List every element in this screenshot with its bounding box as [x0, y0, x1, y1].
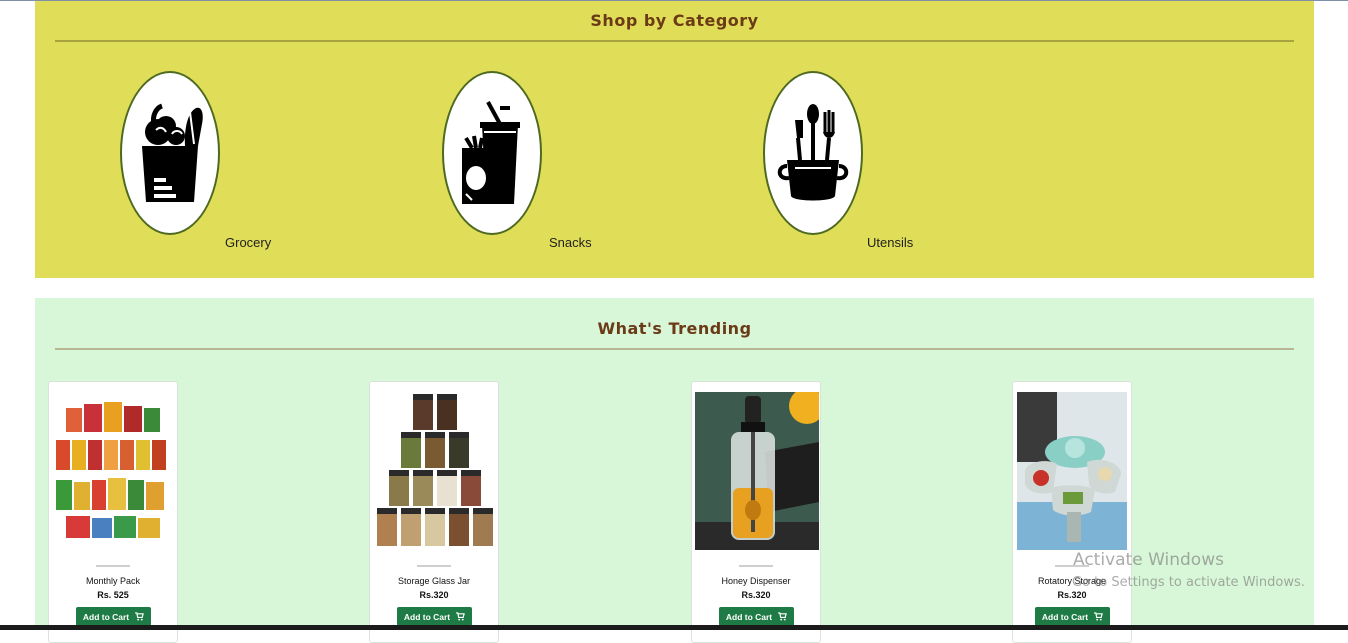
- add-to-cart-label: Add to Cart: [403, 611, 451, 622]
- product-name: Monthly Pack: [85, 576, 141, 586]
- grocery-pack-image: [52, 392, 176, 550]
- add-to-cart-label: Add to Cart: [1041, 611, 1089, 622]
- category-section-title: Shop by Category: [590, 11, 759, 30]
- product-card-rotatory-storage[interactable]: Rotatory Storage Rs.320 Add to Cart: [1012, 381, 1132, 643]
- add-to-cart-button-storage-glass-jar[interactable]: Add to Cart: [397, 607, 472, 626]
- category-grocery-label[interactable]: Grocery: [225, 235, 271, 250]
- cart-icon: [135, 612, 144, 621]
- product-divider: [739, 565, 773, 567]
- category-snacks[interactable]: Snacks: [442, 71, 602, 256]
- add-to-cart-button-monthly-pack[interactable]: Add to Cart: [76, 607, 151, 626]
- product-divider: [96, 565, 130, 567]
- category-grocery-image[interactable]: [120, 71, 220, 235]
- product-image-honey-dispenser[interactable]: [695, 392, 819, 550]
- cart-icon: [456, 612, 465, 621]
- product-price: Rs.320: [1057, 590, 1087, 600]
- add-to-cart-button-rotatory-storage[interactable]: Add to Cart: [1035, 607, 1110, 626]
- honey-dispenser-image: [695, 392, 819, 550]
- bottom-scroll-edge: [0, 625, 1348, 630]
- category-snacks-image[interactable]: [442, 71, 542, 235]
- category-section: Shop by Category Grocery Snacks Utensils: [35, 1, 1314, 278]
- glass-jars-image: [373, 392, 497, 550]
- grocery-bag-icon: [142, 103, 203, 202]
- product-price: Rs. 525: [97, 590, 129, 600]
- cart-icon: [778, 612, 787, 621]
- add-to-cart-button-honey-dispenser[interactable]: Add to Cart: [719, 607, 794, 626]
- product-price: Rs.320: [741, 590, 771, 600]
- activate-windows-title: Activate Windows: [1073, 550, 1224, 570]
- product-image-rotatory-storage[interactable]: [1017, 392, 1127, 550]
- category-snacks-label[interactable]: Snacks: [549, 235, 592, 250]
- product-card-monthly-pack[interactable]: Monthly Pack Rs. 525 Add to Cart: [48, 381, 178, 643]
- utensils-pot-icon: [777, 104, 849, 201]
- rotatory-storage-image: [1017, 392, 1127, 550]
- trending-divider: [55, 348, 1294, 350]
- product-image-storage-glass-jar[interactable]: [373, 392, 497, 550]
- product-divider: [417, 565, 451, 567]
- product-card-storage-glass-jar[interactable]: Storage Glass Jar Rs.320 Add to Cart: [369, 381, 499, 643]
- snacks-drink-icon: [462, 101, 520, 204]
- product-name: Honey Dispenser: [721, 576, 791, 586]
- add-to-cart-label: Add to Cart: [725, 611, 773, 622]
- category-divider: [55, 40, 1294, 42]
- trending-section-title: What's Trending: [597, 319, 752, 338]
- cart-icon: [1094, 612, 1103, 621]
- category-utensils-label[interactable]: Utensils: [867, 235, 913, 250]
- category-grocery[interactable]: Grocery: [120, 71, 280, 256]
- product-price: Rs.320: [419, 590, 449, 600]
- product-image-monthly-pack[interactable]: [52, 392, 176, 550]
- add-to-cart-label: Add to Cart: [82, 611, 130, 622]
- product-card-honey-dispenser[interactable]: Honey Dispenser Rs.320 Add to Cart: [691, 381, 821, 643]
- category-utensils-image[interactable]: [763, 71, 863, 235]
- product-name: Storage Glass Jar: [397, 576, 471, 586]
- category-utensils[interactable]: Utensils: [763, 71, 923, 256]
- activate-windows-subtitle: Go to Settings to activate Windows.: [1072, 575, 1305, 590]
